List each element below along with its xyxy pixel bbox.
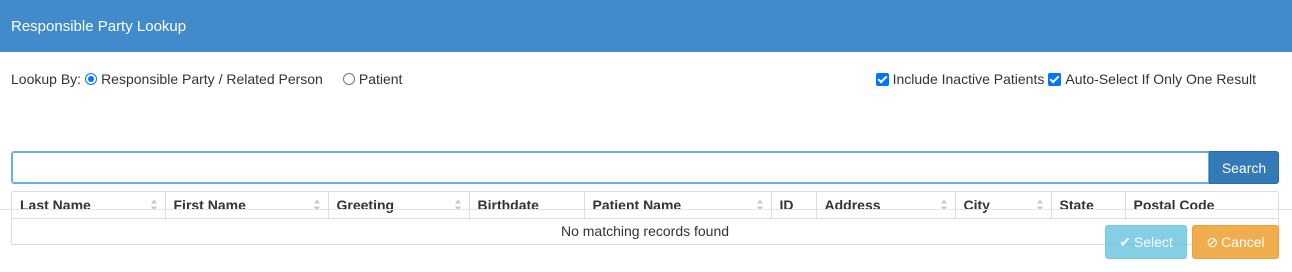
results-table: Last Name First Name Greeting Birthdate … [11, 191, 1279, 245]
column-label: Last Name [20, 196, 91, 213]
column-header-greeting[interactable]: Greeting [328, 192, 470, 219]
empty-message: No matching records found [560, 223, 730, 240]
modal-body: Lookup By: Responsible Party / Related P… [0, 52, 1292, 245]
auto-select-checkbox[interactable] [1048, 72, 1062, 86]
column-label: Birthdate [477, 196, 539, 213]
select-button[interactable]: ✔ Select [1105, 225, 1187, 259]
column-header-birthdate: Birthdate [469, 192, 585, 219]
table-row: No matching records found [12, 218, 1278, 244]
search-row: Search [11, 151, 1279, 184]
column-header-first-name[interactable]: First Name [165, 192, 329, 219]
column-header-postal-code: Postal Code [1125, 192, 1278, 219]
column-label: State [1059, 196, 1094, 213]
column-header-city[interactable]: City [955, 192, 1052, 219]
search-button[interactable]: Search [1209, 151, 1279, 184]
column-label: Greeting [336, 196, 395, 213]
column-label: Address [824, 196, 881, 213]
column-label: ID [779, 196, 794, 213]
lookup-options-row: Lookup By: Responsible Party / Related P… [11, 71, 1256, 87]
responsible-party-radio-label[interactable]: Responsible Party / Related Person [101, 71, 323, 87]
ban-icon: ⊘ [1206, 233, 1219, 250]
include-inactive-checkbox[interactable] [875, 72, 889, 86]
column-label: Postal Code [1133, 196, 1215, 213]
modal-header: Responsible Party Lookup [0, 0, 1292, 52]
patient-radio-label[interactable]: Patient [359, 71, 403, 87]
column-label: Patient Name [592, 196, 682, 213]
search-input[interactable] [11, 151, 1209, 184]
search-toggles: Include Inactive Patients Auto-Select If… [875, 71, 1256, 87]
check-icon: ✔ [1119, 233, 1131, 250]
select-button-label: Select [1133, 234, 1173, 250]
include-inactive-label[interactable]: Include Inactive Patients [893, 71, 1045, 87]
lookup-by-group: Lookup By: Responsible Party / Related P… [11, 71, 402, 87]
column-header-state: State [1051, 192, 1126, 219]
modal-footer: ✔ Select ⊘ Cancel [1105, 225, 1279, 259]
column-header-last-name[interactable]: Last Name [12, 192, 166, 219]
responsible-party-radio[interactable] [85, 73, 98, 85]
cancel-button-label: Cancel [1221, 234, 1265, 250]
column-header-id: ID [771, 192, 817, 219]
column-label: City [963, 196, 990, 213]
table-header-row: Last Name First Name Greeting Birthdate … [12, 192, 1278, 219]
column-label: First Name [173, 196, 246, 213]
cancel-button[interactable]: ⊘ Cancel [1192, 225, 1279, 259]
auto-select-label[interactable]: Auto-Select If Only One Result [1065, 71, 1256, 87]
column-header-patient-name[interactable]: Patient Name [584, 192, 772, 219]
footer-divider [0, 209, 1292, 210]
patient-radio[interactable] [342, 73, 355, 85]
lookup-by-label: Lookup By: [11, 71, 82, 87]
modal-title: Responsible Party Lookup [11, 17, 187, 35]
column-header-address[interactable]: Address [816, 192, 956, 219]
